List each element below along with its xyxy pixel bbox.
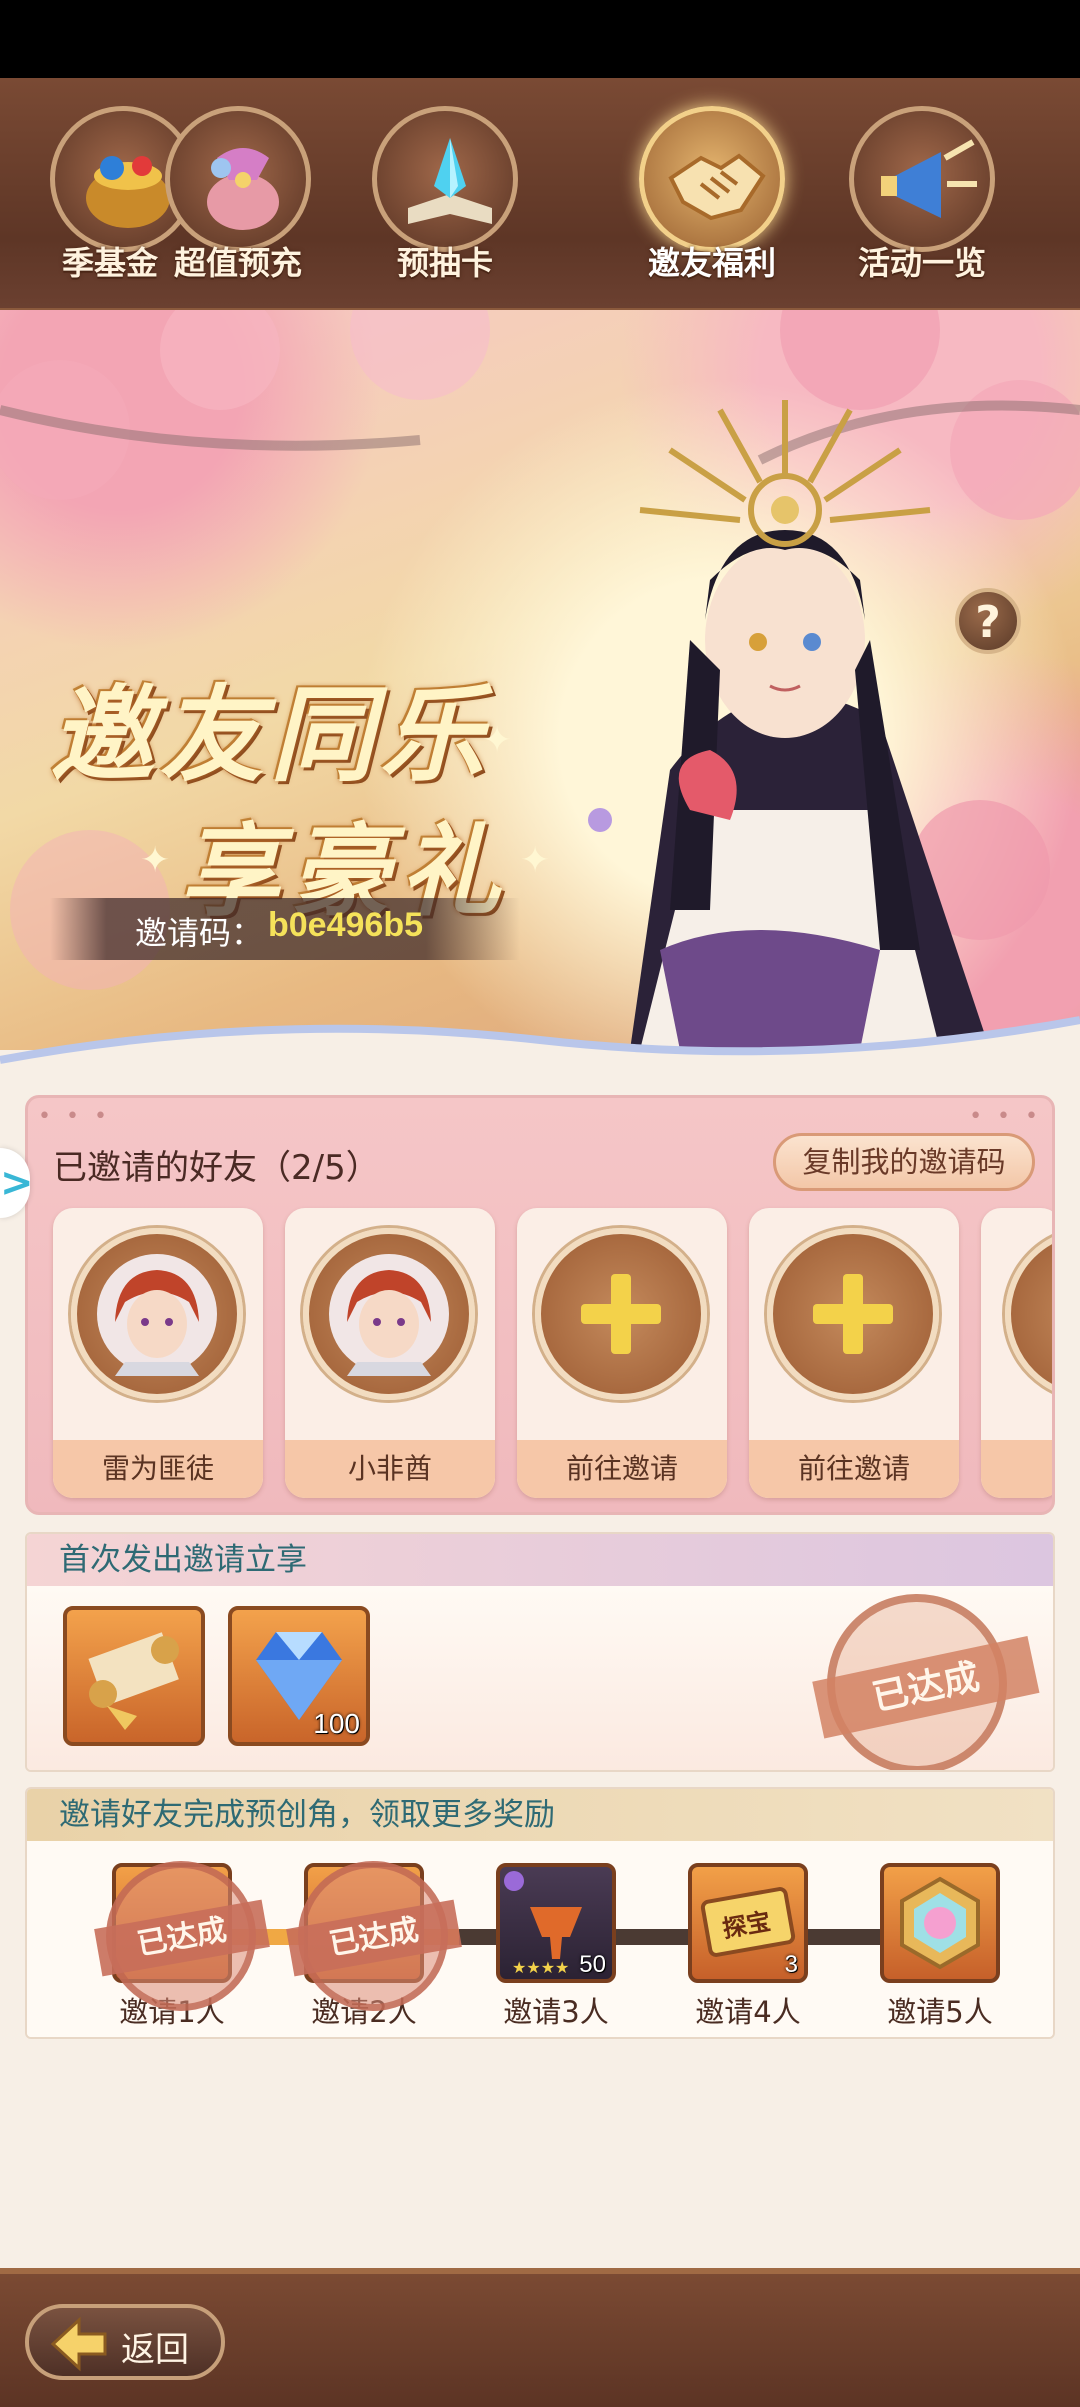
heroine-illustration xyxy=(588,400,990,1050)
avatar xyxy=(303,1228,475,1400)
milestone-3[interactable]: ★★★★ 50 邀请3人 xyxy=(491,1863,621,2031)
bottom-bar: 返回 xyxy=(0,2268,1080,2407)
achieved-stamp: 已达成 xyxy=(810,1577,1040,1770)
tab-value-precharge[interactable]: 超值预充 xyxy=(148,106,328,306)
invite-code-bar: 邀请码： b0e496b5 xyxy=(50,898,520,960)
top-tab-bar: 季基金 超值预充 预抽卡 邀友福利 活动一览 xyxy=(0,78,1080,314)
tab-label: 活动一览 xyxy=(857,244,986,282)
tab-label: 邀友福利 xyxy=(647,244,776,282)
reward-box: 已达成 xyxy=(94,1861,270,2011)
tab-label: 超值预充 xyxy=(173,244,302,282)
invite-banner: 邀友同乐 享豪礼 ✦ ✦ ✦ 邀请码： b0e496b5 ? xyxy=(0,310,1080,1050)
friend-name: 小非酋 xyxy=(285,1440,495,1498)
go-invite-label: 前往邀请 xyxy=(517,1440,727,1498)
tab-activity-list[interactable]: 活动一览 xyxy=(832,106,1012,306)
chevron-right-icon: > xyxy=(0,1160,34,1206)
megaphone-icon xyxy=(849,106,995,252)
milestone-label: 邀请5人 xyxy=(887,1995,993,2029)
treasure-ticket-icon: 探宝 3 xyxy=(688,1863,808,1983)
achieved-stamp-text: 已达成 xyxy=(286,1899,462,1977)
crystal-book-icon xyxy=(372,106,518,252)
invite-code-value: b0e496b5 xyxy=(268,906,423,944)
achieved-stamp-text: 已达成 xyxy=(812,1635,1040,1739)
banner-title-line1: 邀友同乐 xyxy=(50,673,491,796)
tab-season-fund[interactable]: 季基金 xyxy=(0,106,196,306)
invited-friends-panel: • • • • • • 已邀请的好友（2/5） 复制我的邀请码 雷为匪徒 小非酋… xyxy=(25,1095,1055,1515)
tab-invite-rewards[interactable]: 邀友福利 xyxy=(622,106,802,306)
reward-count: 100 xyxy=(313,1708,360,1739)
sparkle-icon: ✦ xyxy=(482,720,513,761)
milestones-track-area: 已达成 邀请1人 已达成 邀请2人 ★★★★ 50 邀请3人 探宝 3 邀请4人… xyxy=(27,1841,1053,2037)
plus-icon xyxy=(767,1228,939,1400)
sparkle-icon: ✦ xyxy=(520,840,551,881)
sparkle-icon: ✦ xyxy=(140,840,171,881)
go-invite-label: 前往邀请 xyxy=(749,1440,959,1498)
hero-card-icon: ★★★★ 50 xyxy=(496,1863,616,1983)
status-bar xyxy=(0,0,1080,78)
achieved-stamp: 已达成 xyxy=(286,1861,462,2011)
gift-bag-icon xyxy=(165,106,311,252)
decoration-dots: • • • xyxy=(969,1104,1042,1129)
tab-label: 预抽卡 xyxy=(396,244,493,282)
back-button[interactable]: 返回 xyxy=(25,2304,225,2380)
invite-slot[interactable]: 前往邀请 xyxy=(517,1208,727,1498)
first-invite-title: 首次发出邀请立享 xyxy=(27,1534,1053,1586)
milestone-5[interactable]: 邀请5人 xyxy=(875,1863,1005,2031)
slot-label-partial xyxy=(981,1440,1052,1498)
achieved-stamp-text: 已达成 xyxy=(94,1899,270,1977)
invite-slot-partial[interactable] xyxy=(981,1208,1052,1498)
plus-icon xyxy=(1005,1228,1052,1400)
friend-slot[interactable]: 雷为匪徒 xyxy=(53,1208,263,1498)
milestones-title: 邀请好友完成预创角，领取更多奖励 xyxy=(27,1789,1053,1841)
reward-count: 3 xyxy=(784,1951,798,1978)
svg-text:★★★★: ★★★★ xyxy=(512,1958,569,1977)
milestone-2[interactable]: 已达成 邀请2人 xyxy=(286,1861,462,2031)
first-invite-section: 首次发出邀请立享 100 已达成 xyxy=(25,1532,1055,1772)
friend-slot[interactable]: 小非酋 xyxy=(285,1208,495,1498)
invite-milestones-section: 邀请好友完成预创角，领取更多奖励 已达成 邀请1人 已达成 邀请2人 ★★★★ … xyxy=(25,1787,1055,2039)
handshake-icon xyxy=(639,106,785,252)
invited-friends-title: 已邀请的好友（2/5） xyxy=(53,1148,380,1188)
rainbow-gem-icon xyxy=(880,1863,1000,1983)
reward-count: 50 xyxy=(579,1951,606,1978)
diamond-icon[interactable]: 100 xyxy=(228,1606,370,1746)
milestone-1[interactable]: 已达成 邀请1人 xyxy=(94,1861,270,2031)
banner-wave-divider xyxy=(0,1016,1080,1080)
avatar xyxy=(71,1228,243,1400)
decoration-dots: • • • xyxy=(38,1104,111,1129)
back-arrow-icon xyxy=(50,2316,107,2372)
scroll-icon[interactable] xyxy=(63,1606,205,1746)
achieved-stamp: 已达成 xyxy=(94,1861,270,2011)
back-label: 返回 xyxy=(121,2330,189,2370)
milestone-label: 邀请4人 xyxy=(695,1995,801,2029)
copy-invite-code-button[interactable]: 复制我的邀请码 xyxy=(773,1133,1035,1191)
plus-icon xyxy=(535,1228,707,1400)
first-invite-rewards: 100 已达成 xyxy=(27,1577,1053,1770)
invite-slot[interactable]: 前往邀请 xyxy=(749,1208,959,1498)
invite-code-label: 邀请码： xyxy=(135,914,264,952)
milestone-label: 邀请3人 xyxy=(503,1995,609,2029)
reward-box: 已达成 xyxy=(286,1861,462,2011)
milestone-4[interactable]: 探宝 3 邀请4人 xyxy=(683,1863,813,2031)
friend-name: 雷为匪徒 xyxy=(53,1440,263,1498)
help-button[interactable]: ? xyxy=(955,588,1021,654)
tab-pre-draw[interactable]: 预抽卡 xyxy=(355,106,535,306)
